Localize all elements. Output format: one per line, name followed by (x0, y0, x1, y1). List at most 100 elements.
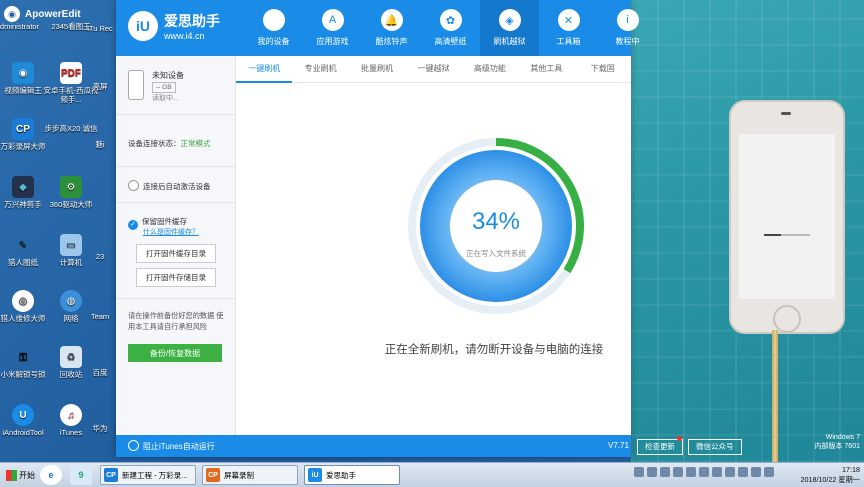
tray-icon[interactable] (764, 467, 774, 477)
desktop-icon-label: 360驱动大师 (49, 200, 93, 209)
nav-tutorials[interactable]: i 教程中 (598, 0, 657, 56)
task-i4-assistant[interactable]: iU 爱思助手 (304, 465, 400, 485)
tray-icon[interactable] (699, 467, 709, 477)
device-state: 读取中... (152, 95, 179, 102)
desktop-icon-partial-7[interactable]: 华为 (84, 424, 116, 433)
desktop-icon-partial-5[interactable]: Team (84, 312, 116, 321)
task-wancai[interactable]: CP 新建工程 - 万彩录... (100, 465, 196, 485)
tab-other-tools[interactable]: 其他工具 (518, 56, 574, 82)
nav-wallpapers[interactable]: ✿ 高清壁纸 (421, 0, 480, 56)
tray-icon[interactable] (712, 467, 722, 477)
nav-toolbox[interactable]: ✕ 工具箱 (539, 0, 598, 56)
tab-pro-flash[interactable]: 专业刷机 (292, 56, 348, 82)
tray-icon[interactable] (686, 467, 696, 477)
tray-icon[interactable] (660, 467, 670, 477)
desktop-icon-label: 华为 (92, 424, 108, 433)
task-screen-record[interactable]: CP 屏幕录制 (202, 465, 298, 485)
tab-batch-flash[interactable]: 批量刷机 (349, 56, 405, 82)
desktop-icon-computer[interactable]: ▭ 计算机 (40, 234, 102, 267)
tools-icon: ✕ (557, 9, 580, 31)
tab-advanced[interactable]: 高级功能 (462, 56, 518, 82)
nav-apps-games[interactable]: A 应用游戏 (303, 0, 362, 56)
radio-icon[interactable] (128, 440, 139, 451)
start-label: 开始 (19, 470, 35, 480)
progress-percent: 34% (471, 208, 521, 235)
divider (116, 114, 235, 115)
app-logo: iU 爱思助手 www.i4.cn (128, 11, 220, 41)
nav-my-device[interactable]: 我的设备 (244, 0, 303, 56)
device-name: 未知设备 (152, 71, 184, 80)
desktop-icon-label: Team (90, 312, 110, 321)
firmware-help-link[interactable]: 什么是固件缓存？ (143, 227, 199, 237)
flower-icon: ✿ (439, 9, 462, 31)
divider (116, 202, 235, 203)
driver-icon: ⚙ (60, 176, 82, 198)
filmora-icon: ◆ (12, 176, 34, 198)
tab-one-click-flash[interactable]: 一键刷机 (236, 56, 293, 83)
desktop-icon-label: 猎人图纸 (8, 258, 38, 267)
check-update-button[interactable]: 检查更新 (637, 439, 683, 455)
backup-restore-button[interactable]: 备份/恢复数据 (128, 344, 222, 362)
backup-warning: 请在操作前备份好您的数据 使用本工具请自行承担风险 (128, 311, 224, 331)
video-editor-icon: ◉ (12, 62, 34, 84)
apple-icon (262, 9, 285, 31)
desktop-icon-partial-4[interactable]: 23 (84, 252, 116, 261)
firmware-help-text[interactable]: 什么是固件缓存？ (143, 229, 199, 236)
taskbar: 开始 e 9 CP 新建工程 - 万彩录... CP 屏幕录制 iU 爱思助手 … (0, 462, 864, 487)
task-label: 屏幕录制 (224, 470, 254, 480)
desktop-icon-bbk[interactable]: 步步高X20 诚信 (40, 124, 102, 133)
desktop-icon-360driver[interactable]: ⚙ 360驱动大师 (40, 176, 102, 209)
tray-icon[interactable] (725, 467, 735, 477)
desktop-icon-partial-6[interactable]: 百度 (84, 368, 116, 377)
flash-tabs: 一键刷机 专业刷机 批量刷机 一键越狱 高级功能 其他工具 下载固 (236, 56, 631, 83)
tray-icon[interactable] (673, 467, 683, 477)
cp-icon: CP (12, 118, 34, 140)
tab-download-firmware[interactable]: 下载固 (575, 56, 631, 82)
iphone-device (729, 100, 845, 334)
tray-icon[interactable] (751, 467, 761, 477)
windows-watermark: Windows 7 内部版本 7601 (814, 433, 860, 451)
ie-icon[interactable]: e (40, 465, 62, 485)
desktop-icon-label: 猎人维修大师 (0, 314, 46, 323)
desktop-icon-partial-1[interactable]: iTu Rec (84, 24, 116, 33)
apoweredit-icon: ◉ (4, 6, 20, 22)
desktop-icon-partial-3[interactable]: 魅i (84, 140, 116, 149)
desktop-icon-wancai[interactable]: CP 万彩录屏大师 (0, 118, 54, 151)
divider (116, 166, 235, 167)
wechat-button[interactable]: 微信公众号 (688, 439, 742, 455)
open-cache-dir-button[interactable]: 打开固件缓存目录 (136, 244, 216, 263)
windows-version: Windows 7 (825, 434, 860, 441)
main-nav: 我的设备 A 应用游戏 🔔 酷炫铃声 ✿ 高清壁纸 ◈ 刷机越狱 ✕ 工具箱 i 教程中 (244, 0, 657, 56)
auto-activate-option[interactable]: 连接后自动激活设备 (128, 180, 211, 192)
nav-ringtones[interactable]: 🔔 酷炫铃声 (362, 0, 421, 56)
desktop-icon-label: iAndroidTool (2, 428, 44, 437)
radio-icon[interactable] (128, 180, 139, 191)
i4-icon: iU (308, 468, 322, 482)
system-clock[interactable]: 17:18 2018/10/22 星期一 (800, 465, 860, 485)
flash-message: 正在全新刷机，请勿断开设备与电脑的连接 (384, 344, 604, 356)
app-url: www.i4.cn (164, 31, 205, 41)
itunes-icon: ♫ (60, 404, 82, 426)
checkmark-icon[interactable]: ✓ (128, 220, 138, 230)
apoweredit-badge[interactable]: ◉ ApowerEdit (4, 5, 114, 23)
tab-one-click-jailbreak[interactable]: 一键越狱 (405, 56, 461, 82)
version-label: V7.71 (608, 441, 629, 450)
tray-icon[interactable] (634, 467, 644, 477)
open-storage-dir-button[interactable]: 打开固件存储目录 (136, 268, 216, 287)
file-explorer-icon[interactable]: 9 (70, 465, 92, 485)
divider (116, 298, 235, 299)
bell-icon: 🔔 (380, 9, 403, 31)
block-itunes-option[interactable]: 阻止iTunes自动运行 (128, 440, 215, 452)
i4-assistant-window: iU 爱思助手 www.i4.cn 我的设备 A 应用游戏 🔔 酷炫铃声 ✿ 高清壁纸… (116, 0, 640, 457)
auto-activate-label: 连接后自动激活设备 (143, 182, 211, 191)
desktop-icon-label: 回收站 (59, 370, 83, 379)
connection-label: 设备连接状态： (128, 139, 181, 148)
desktop-icon-partial-2[interactable]: 亮屏 (84, 82, 116, 91)
update-badge (677, 436, 682, 441)
nav-flash-jailbreak[interactable]: ◈ 刷机越狱 (480, 0, 539, 56)
start-button[interactable]: 开始 (2, 466, 39, 484)
tray-icon[interactable] (647, 467, 657, 477)
tray-icon[interactable] (738, 467, 748, 477)
nav-label: 应用游戏 (316, 37, 349, 46)
connection-status: 设备连接状态：正常模式 (128, 138, 211, 149)
